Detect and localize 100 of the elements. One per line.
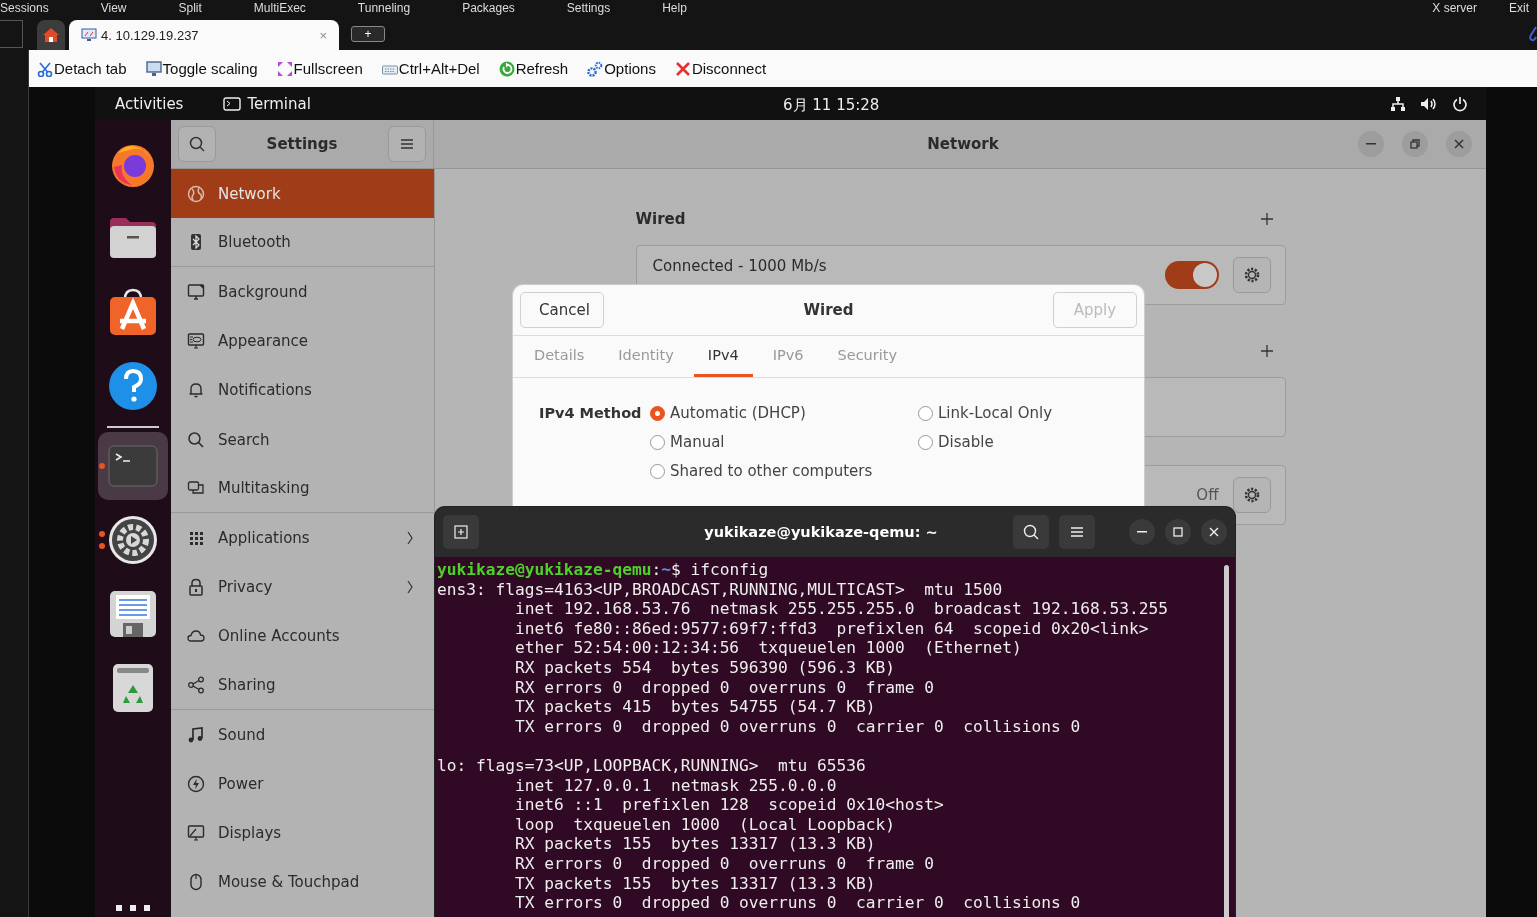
terminal-output-line: TX packets 415 bytes 54755 (54.7 KB): [513, 697, 877, 717]
close-icon: [674, 60, 691, 77]
plus-icon[interactable]: [1259, 344, 1274, 358]
terminal-output-line: inet6 fe80::86ed:9577:69f7:ffd3 prefixlen 64 scopeid 0x20<link>: [513, 618, 1150, 639]
radio-button[interactable]: [918, 434, 933, 450]
menu-button[interactable]: [1059, 515, 1095, 549]
toolbar-button[interactable]: Detach tab: [37, 60, 127, 77]
toolbar-button[interactable]: Toggle scaling: [145, 60, 258, 77]
search-icon: [187, 430, 205, 449]
cancel-button[interactable]: Cancel: [520, 292, 604, 328]
toolbar-button[interactable]: Refresh: [498, 60, 569, 77]
toolbar-button[interactable]: Fullscreen: [276, 60, 363, 77]
session-tab[interactable]: 4. 10.129.19.237 ×: [69, 20, 339, 50]
toolbar-button[interactable]: Ctrl+Alt+Del: [381, 60, 480, 77]
shopping-bag-icon[interactable]: [108, 287, 158, 337]
radio-option[interactable]: Manual: [650, 433, 918, 451]
radio-option[interactable]: Shared to other computers: [650, 462, 918, 480]
gear-icon: [1242, 486, 1261, 504]
globe-icon: [187, 184, 205, 203]
sidebar-item[interactable]: Appearance: [171, 316, 434, 366]
menu-item[interactable]: Help: [662, 1, 687, 15]
lock-icon: [187, 578, 205, 597]
radio-option[interactable]: Link-Local Only: [918, 404, 1118, 422]
close-icon: [1453, 138, 1465, 150]
sidebar-item[interactable]: Privacy: [171, 562, 434, 612]
menu-item[interactable]: Exit: [1509, 1, 1529, 15]
tab-close-button[interactable]: ×: [319, 27, 327, 43]
scrollbar[interactable]: [1224, 565, 1229, 917]
app-menu-label[interactable]: Terminal: [247, 94, 311, 113]
radio-button[interactable]: [650, 434, 665, 450]
document-icon[interactable]: [108, 589, 158, 639]
clock[interactable]: 6月 11 15:28: [783, 96, 880, 115]
menu-item[interactable]: Settings: [566, 1, 611, 15]
sidebar-item[interactable]: Network: [171, 169, 434, 219]
toolbar-button[interactable]: Disconnect: [674, 60, 767, 77]
trash-icon[interactable]: [112, 663, 154, 713]
folder-icon[interactable]: [108, 216, 158, 260]
sidebar-item[interactable]: Multitasking: [171, 464, 434, 514]
expand-arrows-icon: [276, 60, 293, 77]
menu-button[interactable]: [388, 126, 426, 162]
menu-item[interactable]: MultiExec: [253, 1, 306, 15]
radio-button[interactable]: [918, 405, 933, 421]
gear-icon: [1242, 266, 1261, 284]
sidebar-item[interactable]: Sound: [171, 710, 434, 760]
sidebar-item[interactable]: Notifications: [171, 365, 434, 415]
home-tab[interactable]: [37, 20, 65, 50]
search-button[interactable]: [178, 126, 216, 162]
terminal-output-line: RX packets 554 bytes 596390 (596.3 KB): [513, 657, 897, 678]
restore-button[interactable]: [1402, 131, 1428, 157]
terminal-output-line: inet 192.168.53.76 netmask 255.255.255.0 broadcast 192.168.53.255: [513, 599, 1169, 619]
gears-icon: [587, 60, 604, 77]
toggle-switch[interactable]: [1164, 261, 1219, 289]
tab[interactable]: IPv4: [693, 336, 753, 377]
new-tab-button[interactable]: +: [351, 26, 385, 42]
field-label: IPv4 Method: [539, 404, 643, 423]
connection-status: Connected - 1000 Mb/s: [652, 257, 827, 275]
terminal-output-line: RX errors 0 dropped 0 overruns 0 frame 0: [513, 853, 936, 874]
help-icon[interactable]: [108, 361, 158, 411]
settings-button[interactable]: [1232, 477, 1271, 513]
share-icon: [187, 675, 205, 694]
minimize-button[interactable]: [1129, 519, 1155, 545]
terminal-output-line: TX packets 155 bytes 13317 (13.3 KB): [513, 873, 877, 894]
terminal-output-line: inet 127.0.0.1 netmask 255.0.0.0: [513, 775, 838, 796]
gear-icon[interactable]: [108, 515, 158, 565]
sidebar-item[interactable]: Background: [171, 267, 434, 317]
radio-button[interactable]: [650, 405, 665, 421]
monitor-icon: [81, 28, 97, 42]
plus-icon[interactable]: [1259, 212, 1274, 226]
frame-box: [0, 20, 23, 48]
menu-item[interactable]: X server: [1432, 1, 1477, 15]
activities-button[interactable]: Activities: [115, 94, 184, 113]
paperclip-icon[interactable]: [1529, 26, 1537, 42]
new-tab-button[interactable]: [443, 515, 479, 549]
menu-item[interactable]: Split: [178, 1, 202, 15]
settings-button[interactable]: [1232, 257, 1271, 293]
search-button[interactable]: [1013, 515, 1049, 549]
sidebar-item[interactable]: Applications: [171, 513, 434, 563]
radio-button[interactable]: [650, 463, 665, 479]
chevron-right-icon: [406, 579, 414, 596]
network-icon[interactable]: [1390, 95, 1406, 112]
radio-option[interactable]: Disable: [918, 433, 1118, 451]
mouse-icon: [187, 873, 205, 892]
toolbar-button[interactable]: Options: [587, 60, 656, 77]
menu-item[interactable]: Packages: [462, 1, 515, 15]
sidebar-item[interactable]: Online Accounts: [171, 611, 434, 661]
menu-item[interactable]: Sessions: [0, 1, 49, 15]
power-icon[interactable]: [1452, 95, 1468, 112]
terminal-output-line: TX errors 0 dropped 0 overruns 0 carrier 0 collisions 0: [513, 893, 1082, 913]
close-button[interactable]: [1446, 131, 1472, 157]
sidebar-item[interactable]: Power: [171, 759, 434, 809]
terminal-output-line: TX errors 0 dropped 0 overruns 0 carrier 0 collisions 0: [513, 716, 1082, 737]
sidebar-item[interactable]: Displays: [171, 808, 434, 858]
menu-item[interactable]: Tunneling: [357, 1, 411, 15]
maximize-button[interactable]: [1165, 519, 1191, 545]
sidebar-item[interactable]: Bluetooth: [171, 218, 434, 268]
sidebar-item[interactable]: Search: [171, 414, 434, 465]
radio-option[interactable]: Automatic (DHCP): [650, 404, 918, 422]
close-button[interactable]: [1201, 519, 1227, 545]
sidebar-item[interactable]: Mouse & Touchpad: [171, 857, 434, 907]
menu-item[interactable]: View: [100, 1, 127, 15]
